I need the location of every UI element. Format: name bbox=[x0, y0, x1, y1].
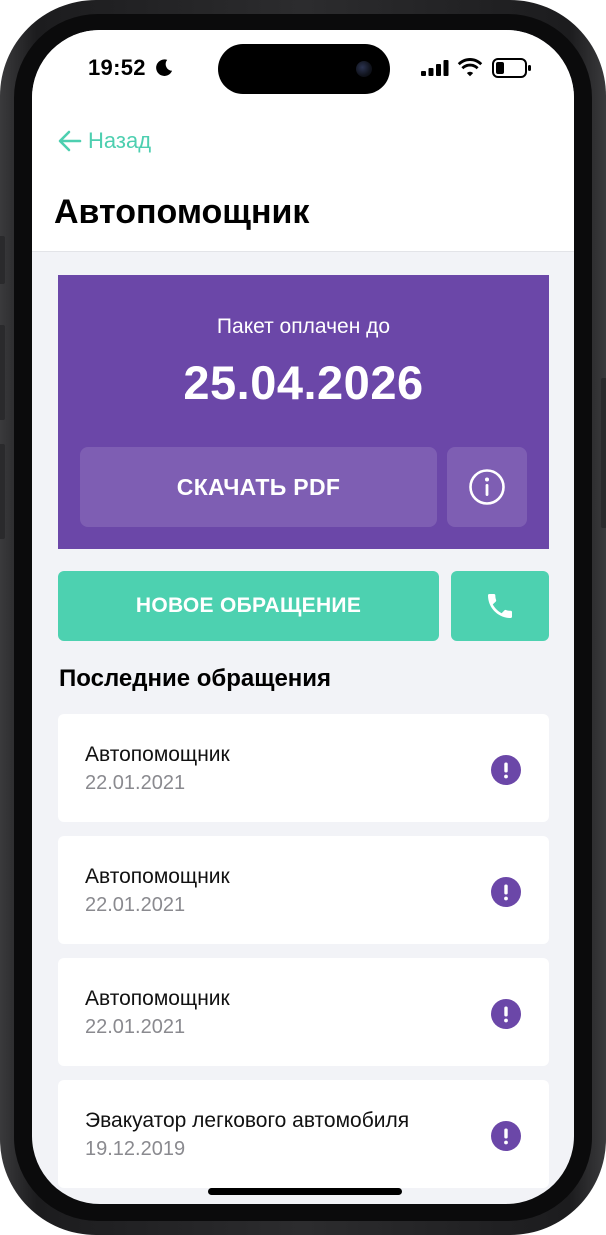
recent-requests-title: Последние обращения bbox=[59, 665, 332, 692]
camera-icon bbox=[356, 61, 372, 77]
power-button bbox=[601, 378, 606, 528]
volume-up-button bbox=[0, 325, 5, 420]
back-link[interactable]: Назад bbox=[58, 126, 151, 156]
phone-frame: 19:52 Назад Автопомощник Пакет оплачен д… bbox=[0, 0, 606, 1235]
request-item[interactable]: Автопомощник 22.01.2021 bbox=[58, 958, 549, 1066]
download-pdf-button[interactable]: СКАЧАТЬ PDF bbox=[80, 447, 437, 527]
screen: 19:52 Назад Автопомощник Пакет оплачен д… bbox=[32, 30, 574, 1204]
exclamation-icon bbox=[491, 755, 521, 785]
wifi-icon bbox=[457, 58, 483, 77]
status-time: 19:52 bbox=[88, 55, 146, 80]
exclamation-icon bbox=[491, 999, 521, 1029]
back-label: Назад bbox=[88, 128, 152, 153]
back-arrow-icon bbox=[58, 130, 82, 152]
battery-icon bbox=[492, 58, 531, 78]
exclamation-icon bbox=[491, 877, 521, 907]
home-indicator[interactable] bbox=[208, 1188, 402, 1195]
package-date: 25.04.2026 bbox=[183, 356, 424, 409]
moon-icon bbox=[156, 59, 173, 76]
request-list: Автопомощник 22.01.2021 Автопомощник 22.… bbox=[58, 714, 549, 1202]
request-date: 22.01.2021 bbox=[85, 772, 186, 794]
exclamation-icon bbox=[491, 1121, 521, 1151]
info-button[interactable] bbox=[447, 447, 527, 527]
request-title: Эвакуатор легкового автомобиля bbox=[85, 1109, 410, 1132]
request-item[interactable]: Эвакуатор легкового автомобиля 19.12.201… bbox=[58, 1080, 549, 1188]
request-item[interactable]: Автопомощник 22.01.2021 bbox=[58, 836, 549, 944]
dynamic-island bbox=[218, 44, 390, 94]
package-label: Пакет оплачен до bbox=[216, 315, 391, 338]
call-button[interactable] bbox=[451, 571, 549, 641]
action-button bbox=[0, 236, 5, 284]
request-title: Автопомощник bbox=[85, 987, 230, 1010]
volume-down-button bbox=[0, 444, 5, 539]
request-date: 22.01.2021 bbox=[85, 1016, 186, 1038]
request-date: 19.12.2019 bbox=[85, 1138, 186, 1160]
request-title: Автопомощник bbox=[85, 865, 230, 888]
page-title: Автопомощник bbox=[54, 193, 310, 231]
signal-icon bbox=[421, 60, 449, 76]
phone-icon bbox=[488, 594, 512, 618]
request-item[interactable]: Автопомощник 22.01.2021 bbox=[58, 714, 549, 822]
new-request-button[interactable]: НОВОЕ ОБРАЩЕНИЕ bbox=[58, 571, 439, 641]
package-card: Пакет оплачен до 25.04.2026 СКАЧАТЬ PDF bbox=[58, 275, 549, 549]
info-icon bbox=[469, 469, 505, 505]
request-date: 22.01.2021 bbox=[85, 894, 186, 916]
request-title: Автопомощник bbox=[85, 743, 230, 766]
